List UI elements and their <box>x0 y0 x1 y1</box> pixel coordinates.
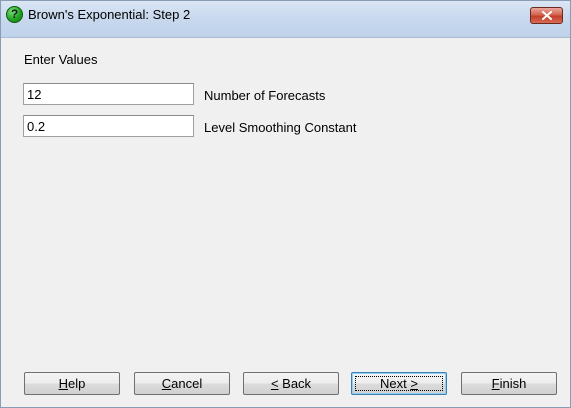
level-smoothing-constant-label: Level Smoothing Constant <box>204 120 357 135</box>
cancel-button[interactable]: Cancel <box>134 372 230 395</box>
level-smoothing-constant-input[interactable] <box>23 115 194 137</box>
title-bar[interactable]: ? Brown's Exponential: Step 2 <box>1 1 570 38</box>
help-label-rest: elp <box>68 376 86 391</box>
close-icon <box>542 11 552 20</box>
help-button[interactable]: Help <box>24 372 120 395</box>
back-mnemonic: < <box>270 376 279 391</box>
enter-values-heading: Enter Values <box>24 52 98 67</box>
finish-button[interactable]: Finish <box>461 372 557 395</box>
next-button[interactable]: Next > <box>351 372 447 395</box>
number-of-forecasts-label: Number of Forecasts <box>204 88 326 103</box>
dialog-window: ? Brown's Exponential: Step 2 Enter Valu… <box>0 0 571 408</box>
help-mnemonic: H <box>58 376 69 391</box>
back-label-rest: Back <box>278 376 312 391</box>
window-title: Brown's Exponential: Step 2 <box>28 7 191 22</box>
help-question-icon: ? <box>6 6 23 23</box>
finish-label-rest: inish <box>499 376 527 391</box>
number-of-forecasts-input[interactable] <box>23 83 194 105</box>
close-button[interactable] <box>530 7 563 24</box>
next-label-pre: Next <box>380 376 411 391</box>
next-mnemonic: > <box>410 376 418 391</box>
back-button[interactable]: < Back <box>243 372 339 395</box>
finish-mnemonic: F <box>491 376 500 391</box>
cancel-label-rest: ancel <box>171 376 203 391</box>
cancel-mnemonic: C <box>161 376 172 391</box>
